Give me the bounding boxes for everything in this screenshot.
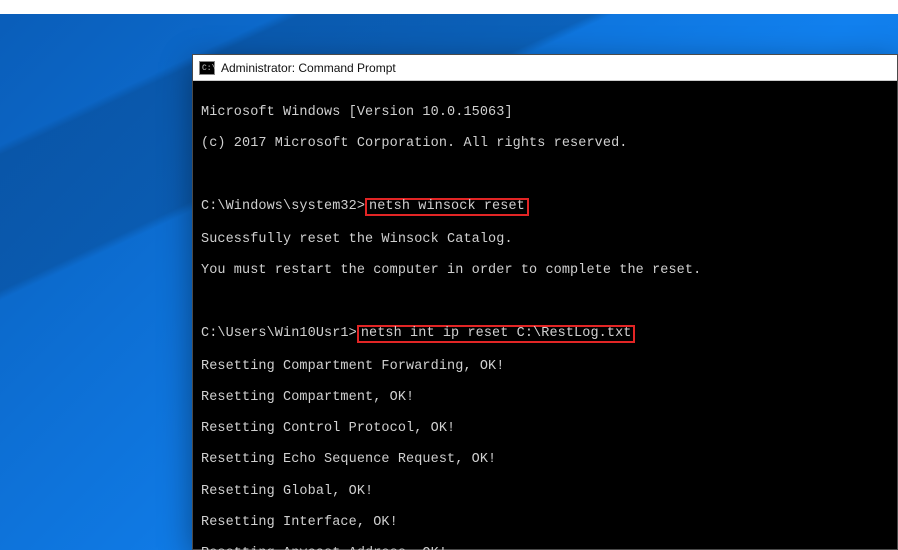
blank-line <box>201 294 889 310</box>
title-bar[interactable]: C:\ Administrator: Command Prompt <box>193 55 897 81</box>
prompt-path: C:\Users\Win10Usr1> <box>201 326 357 341</box>
output-line: Resetting Echo Sequence Request, OK! <box>201 452 889 468</box>
output-line: Microsoft Windows [Version 10.0.15063] <box>201 105 889 121</box>
command-prompt-window: C:\ Administrator: Command Prompt Micros… <box>192 54 898 550</box>
cmd-icon: C:\ <box>199 60 215 76</box>
browser-chrome-strip <box>0 0 898 14</box>
output-line: (c) 2017 Microsoft Corporation. All righ… <box>201 136 889 152</box>
output-line: Resetting Compartment Forwarding, OK! <box>201 359 889 375</box>
output-line: You must restart the computer in order t… <box>201 263 889 279</box>
highlighted-command: netsh winsock reset <box>365 198 529 216</box>
prompt-line: C:\Windows\system32>netsh winsock reset <box>201 198 889 216</box>
output-line: Resetting Anycast Address, OK! <box>201 546 889 550</box>
terminal-output[interactable]: Microsoft Windows [Version 10.0.15063] (… <box>193 81 897 550</box>
output-line: Sucessfully reset the Winsock Catalog. <box>201 232 889 248</box>
svg-text:C:\: C:\ <box>202 64 215 73</box>
output-line: Resetting Global, OK! <box>201 484 889 500</box>
window-title: Administrator: Command Prompt <box>221 61 396 75</box>
output-line: Resetting Interface, OK! <box>201 515 889 531</box>
output-line: Resetting Control Protocol, OK! <box>201 421 889 437</box>
prompt-path: C:\Windows\system32> <box>201 199 365 214</box>
blank-line <box>201 167 889 183</box>
highlighted-command: netsh int ip reset C:\RestLog.txt <box>357 325 636 343</box>
prompt-line: C:\Users\Win10Usr1>netsh int ip reset C:… <box>201 325 889 343</box>
output-line: Resetting Compartment, OK! <box>201 390 889 406</box>
